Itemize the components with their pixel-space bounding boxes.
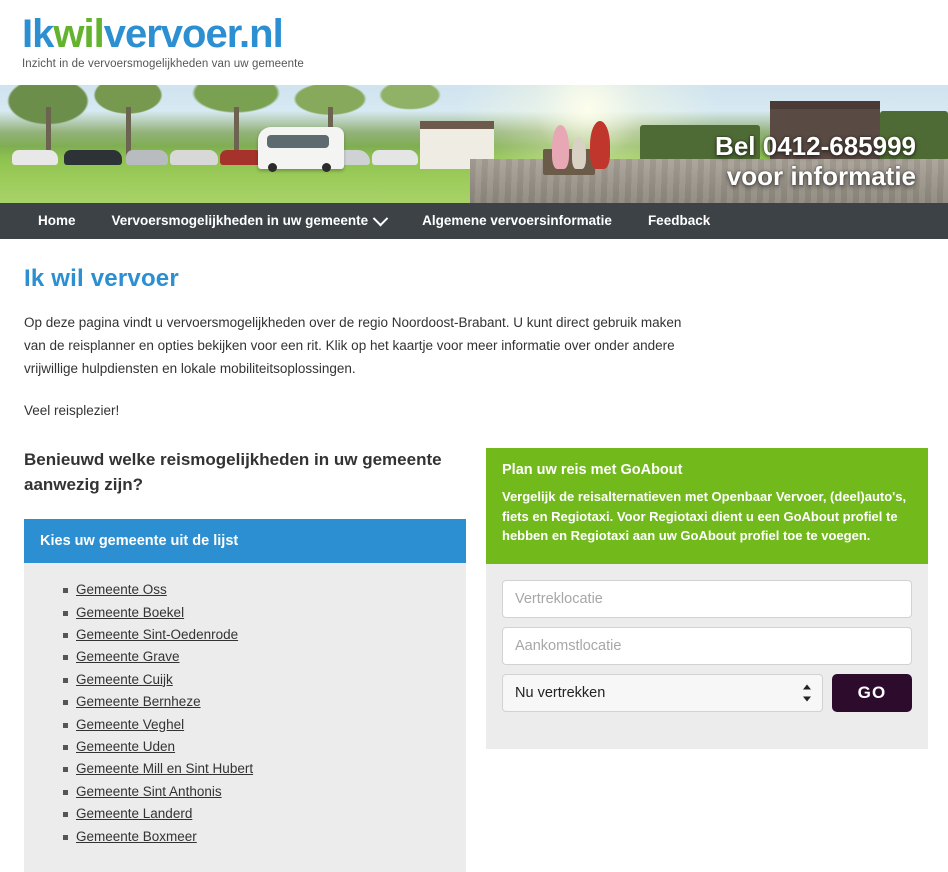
nav-item-algemene-vervoersinformatie[interactable]: Algemene vervoersinformatie [404, 203, 630, 239]
list-item[interactable]: Gemeente Oss [63, 579, 450, 601]
nav-item-label: Algemene vervoersinformatie [422, 213, 612, 228]
gemeente-link[interactable]: Gemeente Bernheze [76, 694, 201, 709]
list-item[interactable]: Gemeente Mill en Sint Hubert [63, 758, 450, 780]
stepper-arrows-icon[interactable] [803, 684, 812, 702]
hero-phone-line-1: Bel 0412-685999 [715, 131, 916, 161]
nav-item-feedback[interactable]: Feedback [630, 203, 728, 239]
departure-time-select[interactable]: Nu vertrekken [502, 674, 823, 713]
gemeente-link[interactable]: Gemeente Landerd [76, 806, 192, 821]
hero-van [258, 127, 344, 172]
gemeente-link[interactable]: Gemeente Cuijk [76, 672, 173, 687]
gemeente-link[interactable]: Gemeente Oss [76, 582, 167, 597]
departure-time-value[interactable]: Nu vertrekken [502, 674, 823, 713]
list-item[interactable]: Gemeente Bernheze [63, 691, 450, 713]
gemeente-panel-header: Kies uw gemeente uit de lijst [24, 519, 466, 564]
logo-part-vervoer: vervoer.nl [103, 12, 284, 56]
intro-paragraph: Op deze pagina vindt u vervoersmogelijkh… [24, 315, 682, 377]
list-item[interactable]: Gemeente Grave [63, 646, 450, 668]
list-item[interactable]: Gemeente Cuijk [63, 669, 450, 691]
list-item[interactable]: Gemeente Sint-Oedenrode [63, 624, 450, 646]
site-logo[interactable]: Ikwilvervoer.nl Inzicht in de vervoersmo… [22, 14, 304, 71]
gemeente-link[interactable]: Gemeente Boekel [76, 605, 184, 620]
nav-item-vervoersmogelijkheden[interactable]: Vervoersmogelijkheden in uw gemeente [94, 203, 405, 239]
gemeente-link[interactable]: Gemeente Uden [76, 739, 175, 754]
chevron-down-icon [372, 210, 389, 226]
go-button[interactable]: GO [832, 674, 912, 713]
list-item[interactable]: Gemeente Landerd [63, 803, 450, 825]
logo-part-wil: wil [53, 12, 104, 56]
nav-item-label: Feedback [647, 213, 711, 228]
hero-banner: Bel 0412-685999 voor informatie [0, 85, 948, 203]
list-item[interactable]: Gemeente Veghel [63, 714, 450, 736]
list-item[interactable]: Gemeente Boekel [63, 602, 450, 624]
section-subtitle: Benieuwd welke reismogelijkheden in uw g… [24, 449, 442, 494]
departure-input[interactable] [502, 580, 912, 619]
goabout-description: Vergelijk de reisalternatieven met Openb… [502, 488, 907, 544]
hero-phone-line-2: voor informatie [726, 161, 916, 192]
page-root: Ikwilvervoer.nl Inzicht in de vervoersmo… [0, 0, 948, 872]
nav-item-label: Vervoersmogelijkheden in uw gemeente [111, 213, 369, 228]
list-item[interactable]: Gemeente Uden [63, 736, 450, 758]
hero-bench [543, 149, 595, 175]
site-header: Ikwilvervoer.nl Inzicht in de vervoersmo… [0, 0, 948, 85]
logo-tagline: Inzicht in de vervoersmogelijkheden van … [22, 58, 304, 70]
gemeente-panel-body: Gemeente Oss Gemeente Boekel Gemeente Si… [24, 563, 466, 872]
gemeente-link[interactable]: Gemeente Grave [76, 649, 180, 664]
gemeente-link[interactable]: Gemeente Boxmeer [76, 829, 197, 844]
gemeente-link[interactable]: Gemeente Veghel [76, 717, 184, 732]
content-columns: Benieuwd welke reismogelijkheden in uw g… [24, 447, 928, 872]
main-content: Ik wil vervoer Op deze pagina vindt u ve… [0, 239, 948, 872]
logo-wordmark: Ikwilvervoer.nl [22, 14, 304, 54]
main-navigation: Home Vervoersmogelijkheden in uw gemeent… [0, 203, 948, 239]
list-item[interactable]: Gemeente Boxmeer [63, 826, 450, 848]
gemeente-link[interactable]: Gemeente Sint Anthonis [76, 784, 222, 799]
depart-time-row: Nu vertrekken GO [502, 674, 912, 713]
nav-item-label: Home [38, 213, 76, 228]
goabout-column: Plan uw reis met GoAbout Vergelijk de re… [486, 447, 928, 872]
hero-parked-cars [8, 141, 448, 165]
gemeente-column: Benieuwd welke reismogelijkheden in uw g… [24, 448, 466, 872]
goabout-title: Plan uw reis met GoAbout [502, 461, 683, 478]
list-item[interactable]: Gemeente Sint Anthonis [63, 781, 450, 803]
arrival-input[interactable] [502, 627, 912, 666]
hero-phone-callout: Bel 0412-685999 voor informatie [715, 131, 916, 191]
hero-person-child [572, 137, 586, 169]
goabout-panel-header: Plan uw reis met GoAbout Vergelijk de re… [486, 447, 928, 565]
hero-person-man [590, 121, 610, 169]
gemeente-link[interactable]: Gemeente Mill en Sint Hubert [76, 761, 253, 776]
gemeente-list: Gemeente Oss Gemeente Boekel Gemeente Si… [40, 579, 450, 848]
intro-closing: Veel reisplezier! [24, 402, 120, 418]
goabout-form: Nu vertrekken GO [486, 564, 928, 750]
gemeente-link[interactable]: Gemeente Sint-Oedenrode [76, 627, 238, 642]
hero-person-woman [552, 125, 569, 169]
page-title: Ik wil vervoer [24, 265, 179, 292]
nav-item-home[interactable]: Home [20, 203, 94, 239]
logo-part-ik: Ik [22, 12, 54, 56]
